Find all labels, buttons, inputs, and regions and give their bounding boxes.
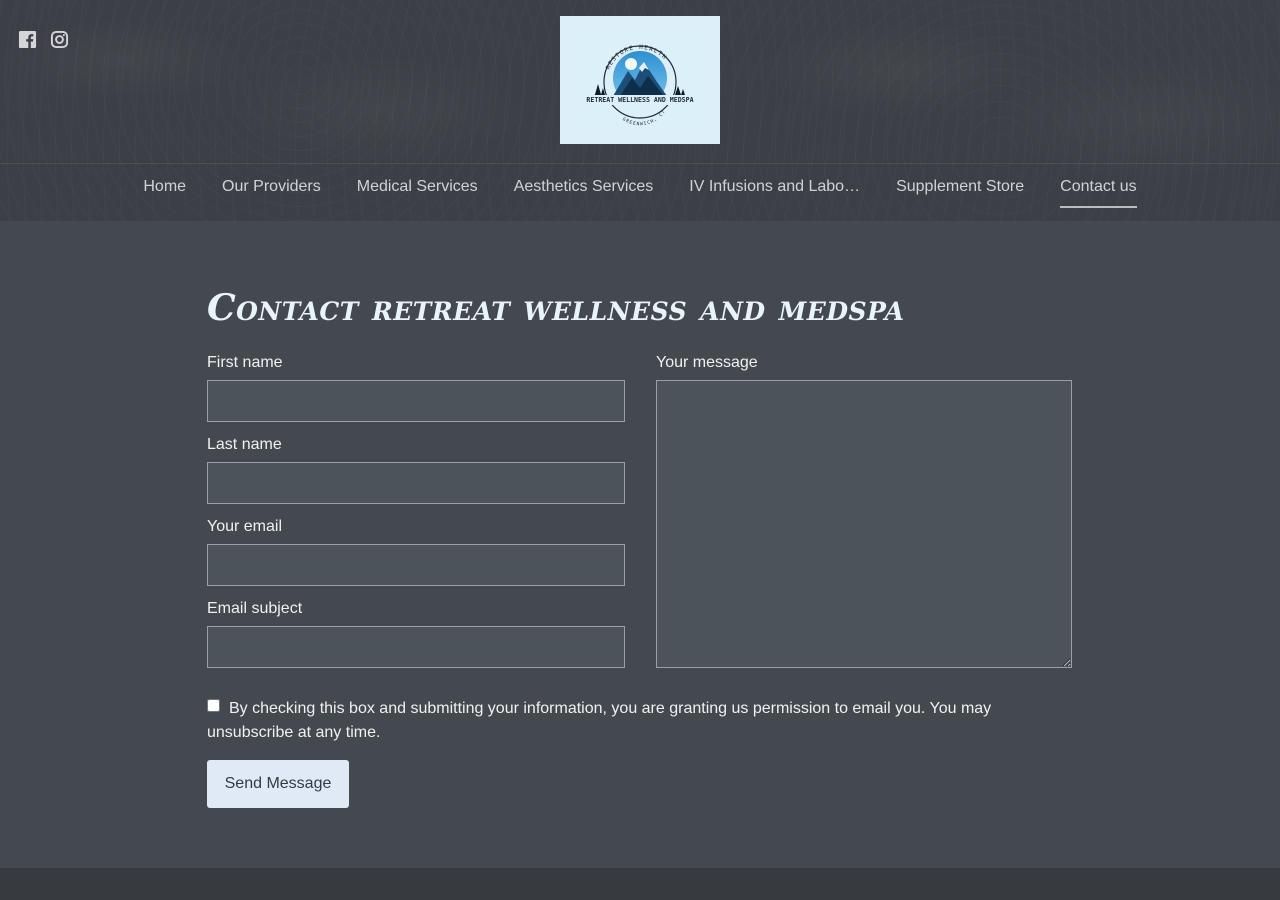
nav-item-home[interactable]: Home (125, 164, 204, 221)
site-footer (0, 868, 1280, 900)
logo-name-text: RETREAT WELLNESS AND MEDSPA (586, 96, 693, 104)
main-nav: Home Our Providers Medical Services Aest… (0, 164, 1280, 221)
nav-item-supplement-store[interactable]: Supplement Store (878, 164, 1042, 221)
last-name-field[interactable] (207, 462, 625, 504)
contact-section: Contact retreat wellness and medspa Firs… (0, 221, 1280, 868)
first-name-field[interactable] (207, 380, 625, 422)
last-name-label: Last name (207, 436, 282, 453)
page-title: Contact retreat wellness and medspa (207, 287, 905, 329)
send-message-button[interactable]: Send Message (207, 760, 349, 808)
site-logo[interactable]: RESTORE HEALTH RETREAT WELLNESS AND MEDS… (560, 16, 720, 144)
facebook-icon[interactable] (18, 30, 37, 49)
nav-item-our-providers[interactable]: Our Providers (204, 164, 339, 221)
site-header: RESTORE HEALTH RETREAT WELLNESS AND MEDS… (0, 0, 1280, 221)
email-field[interactable] (207, 544, 625, 586)
subject-field[interactable] (207, 626, 625, 668)
instagram-icon[interactable] (50, 30, 69, 49)
email-label: Your email (207, 518, 283, 535)
nav-item-medical-services[interactable]: Medical Services (339, 164, 496, 221)
social-links (18, 30, 69, 49)
consent-text: By checking this box and submitting your… (207, 700, 992, 741)
consent-row: By checking this box and submitting your… (207, 697, 1027, 745)
subject-label: Email subject (207, 600, 303, 617)
consent-checkbox[interactable] (207, 699, 220, 712)
nav-item-aesthetics-services[interactable]: Aesthetics Services (496, 164, 672, 221)
message-label: Your message (656, 354, 758, 371)
first-name-label: First name (207, 354, 283, 371)
message-field[interactable] (656, 380, 1072, 668)
logo-emblem: RESTORE HEALTH RETREAT WELLNESS AND MEDS… (586, 44, 693, 127)
nav-item-contact-us[interactable]: Contact us (1042, 164, 1154, 221)
nav-item-iv-infusions[interactable]: IV Infusions and Labo… (671, 164, 878, 221)
